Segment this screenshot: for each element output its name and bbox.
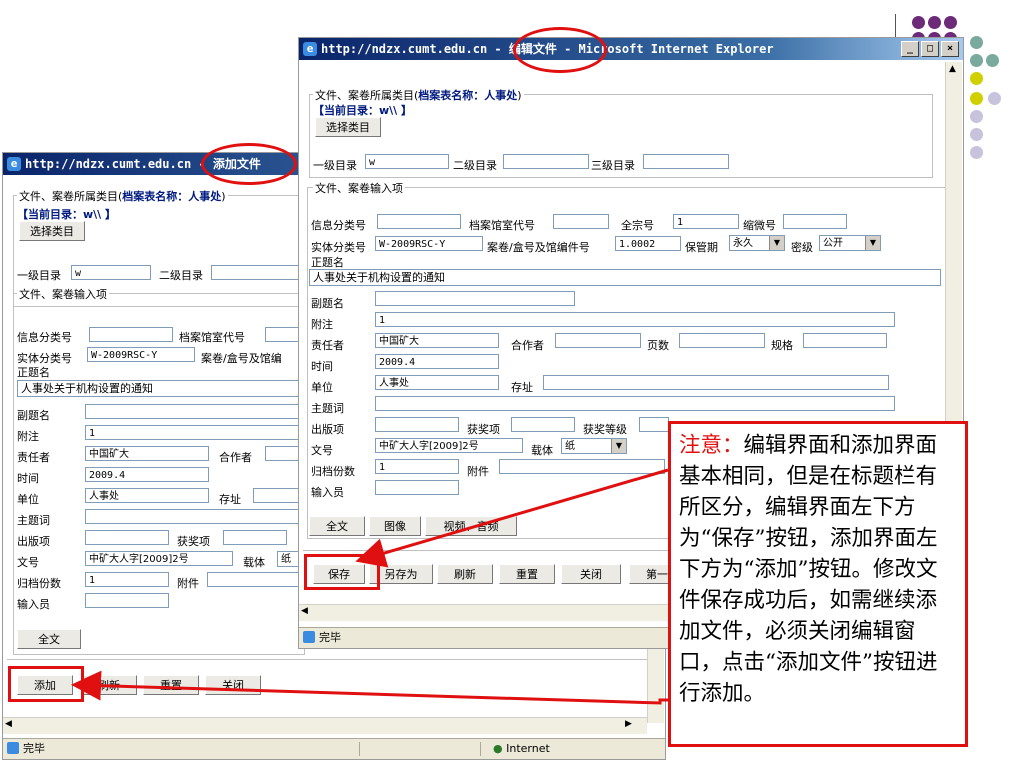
annotation-note: 注意：编辑界面和添加界面基本相同，但是在标题栏有所区分，编辑界面左下方为“保存”… [668,421,968,747]
arrow-to-add [71,670,668,705]
arrow-to-save [355,468,669,568]
annotation-heading: 注意： [679,433,744,458]
annotation-body: 编辑界面和添加界面基本相同，但是在标题栏有所区分，编辑界面左下方为“保存”按钮，… [679,433,938,706]
